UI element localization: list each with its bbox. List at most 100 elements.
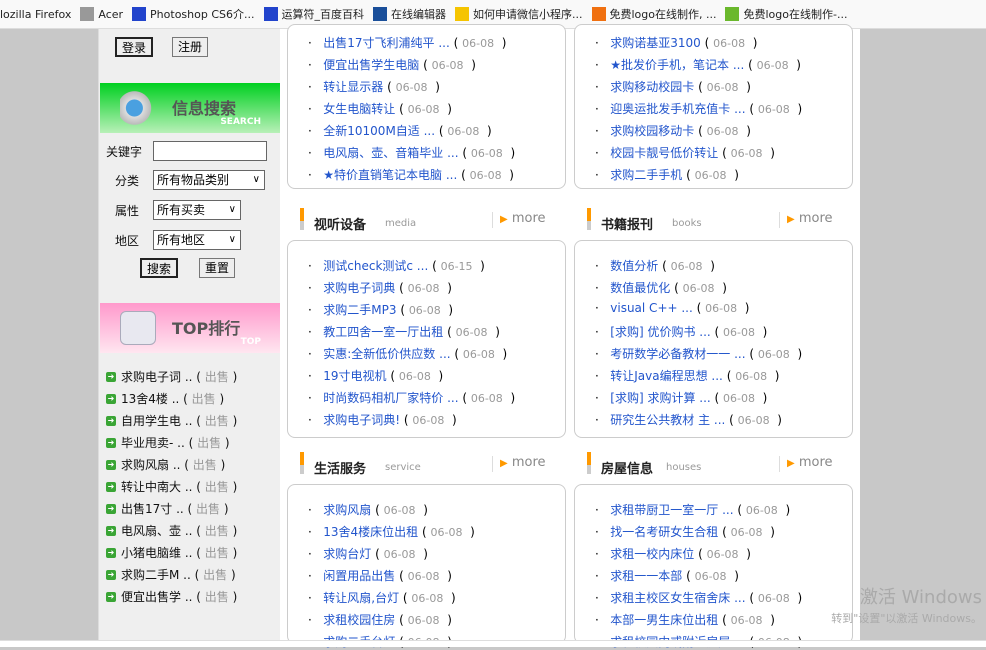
item-link[interactable]: 闲置用品出售: [323, 569, 395, 583]
top-list-item[interactable]: ➜ 毕业甩卖- .. ( 出售 ): [106, 434, 230, 451]
top-banner: TOP排行 TOP: [100, 303, 281, 353]
top-list-item[interactable]: ➜ 求购电子词 .. ( 出售 ): [106, 368, 237, 385]
attr-select[interactable]: 所有买卖 ∨: [153, 200, 241, 220]
section-title: 视听设备: [314, 218, 367, 233]
search-button[interactable]: 搜索: [140, 258, 179, 278]
item-link[interactable]: 求购风扇: [323, 503, 371, 517]
list-item: · 出售17寸飞利浦纯平 ... ( 06-08 ): [308, 36, 507, 50]
bookmark-item[interactable]: 在线编辑器: [373, 6, 446, 22]
item-date: 06-08: [430, 526, 463, 539]
item-link[interactable]: ★特价直销笔记本电脑 ...: [323, 168, 457, 182]
item-link[interactable]: 求购二手MP3: [323, 303, 396, 317]
item-link[interactable]: 求租带厨卫一室一厅 ...: [610, 503, 733, 517]
top-item-title[interactable]: 毕业甩卖- ..: [121, 434, 185, 451]
item-link[interactable]: 求购台灯: [323, 547, 371, 561]
item-link[interactable]: 找一名考研女生合租: [610, 525, 718, 539]
item-link[interactable]: 求购电子词典: [323, 281, 395, 295]
top-list-item[interactable]: ➜ 求购二手M .. ( 出售 ): [106, 566, 236, 583]
top-list-item[interactable]: ➜ 小猪电脑维 .. ( 出售 ): [106, 544, 237, 561]
category-select[interactable]: 所有物品类别 ∨: [153, 170, 265, 190]
list-item: · ★特价直销笔记本电脑 ... ( 06-08 ): [308, 168, 514, 182]
item-link[interactable]: 出售17寸飞利浦纯平 ...: [323, 36, 450, 50]
top-list-item[interactable]: ➜ 电风扇、壶 .. ( 出售 ): [106, 522, 237, 539]
top-list-item[interactable]: ➜ 13舍4楼 .. ( 出售 ): [106, 390, 224, 407]
item-link[interactable]: 求租主校区女生宿舍床 ...: [610, 591, 745, 605]
bookmark-item[interactable]: lozilla Firefox: [0, 8, 71, 21]
item-link[interactable]: 时尚数码相机厂家特价 ...: [323, 391, 458, 405]
item-link[interactable]: 校园卡靓号低价转让: [610, 146, 718, 160]
top-item-title[interactable]: 转让中南大 ..: [121, 478, 192, 495]
item-link[interactable]: 求购诺基亚3100: [610, 36, 701, 50]
top-item-title[interactable]: 求购风扇 ..: [121, 456, 180, 473]
item-link[interactable]: 求购二手手机: [610, 168, 682, 182]
top-item-title[interactable]: 求购二手M ..: [121, 566, 191, 583]
item-link[interactable]: 全新10100M自适 ...: [323, 124, 435, 138]
top-list-item[interactable]: ➜ 转让中南大 .. ( 出售 ): [106, 478, 237, 495]
item-link[interactable]: 考研数学必备教材一一 ...: [610, 347, 745, 361]
item-link[interactable]: 教工四舍一室一厅出租: [323, 325, 443, 339]
bookmark-item[interactable]: 免费logo在线制作, ...: [591, 6, 716, 22]
item-link[interactable]: 迎奥运批发手机充值卡 ...: [610, 102, 745, 116]
more-link[interactable]: ▶ more: [787, 211, 833, 226]
top-list-item[interactable]: ➜ 出售17寸 .. ( 出售 ): [106, 500, 229, 517]
top-item-status: 出售: [196, 502, 221, 516]
keyword-label: 关键字: [106, 145, 143, 159]
item-link[interactable]: ★批发价手机，笔记本 ...: [610, 58, 744, 72]
bookmark-item[interactable]: 免费logo在线制作-...: [725, 6, 847, 22]
reset-button[interactable]: 重置: [199, 258, 236, 278]
top-list-item[interactable]: ➜ 自用学生电 .. ( 出售 ): [106, 412, 237, 429]
top-item-title[interactable]: 便宜出售学 ..: [121, 588, 192, 605]
top-item-title[interactable]: 出售17寸 ..: [121, 500, 184, 517]
register-button[interactable]: 注册: [172, 37, 209, 57]
item-link[interactable]: 求租一校内床位: [610, 547, 694, 561]
more-link[interactable]: ▶ more: [500, 455, 546, 470]
item-link[interactable]: 求购电子词典!: [323, 413, 400, 427]
item-link[interactable]: [求购] 求购计算 ...: [610, 391, 710, 405]
item-link[interactable]: 转让Java编程思想 ...: [610, 369, 723, 383]
item-link[interactable]: 求租校园住房: [323, 613, 395, 627]
item-link[interactable]: 13舍4楼床位出租: [323, 525, 418, 539]
more-link[interactable]: ▶ more: [787, 455, 833, 470]
list-item: · 转让显示器 ( 06-08 ): [308, 80, 440, 94]
top-list-item[interactable]: ➜ 求购风扇 .. ( 出售 ): [106, 456, 225, 473]
more-link[interactable]: ▶ more: [500, 211, 546, 226]
item-link[interactable]: 测试check测试c ...: [323, 259, 428, 273]
top-item-title[interactable]: 小猪电脑维 ..: [121, 544, 192, 561]
item-link[interactable]: 求租一一本部: [610, 569, 682, 583]
item-link[interactable]: 数值最优化: [610, 281, 670, 295]
item-link[interactable]: 19寸电视机: [323, 369, 386, 383]
item-link[interactable]: 女生电脑转让: [323, 102, 395, 116]
bookmark-item[interactable]: Photoshop CS6介...: [132, 6, 255, 22]
top-item-title[interactable]: 电风扇、壶 ..: [121, 522, 192, 539]
top-banner-sub: TOP: [240, 337, 261, 347]
more-label: more: [798, 211, 833, 226]
list-item: · 13舍4楼床位出租 ( 06-08 ): [308, 525, 475, 539]
item-link[interactable]: [求购] 优价购书 ...: [610, 325, 710, 339]
top-item-title[interactable]: 自用学生电 ..: [121, 412, 192, 429]
section-header: 书籍报刊 books ▶ more: [574, 206, 852, 236]
keyword-input[interactable]: [153, 141, 267, 161]
item-link[interactable]: 求购校园移动卡: [610, 124, 694, 138]
item-link[interactable]: 研究生公共教材 主 ...: [610, 413, 725, 427]
list-item: · 求购移动校园卡 ( 06-08 ): [595, 80, 751, 94]
item-link[interactable]: 数值分析: [610, 259, 658, 273]
item-link[interactable]: 实惠:全新低价供应数 ...: [323, 347, 450, 361]
item-link[interactable]: 便宜出售学生电脑: [323, 58, 419, 72]
login-button[interactable]: 登录: [115, 37, 154, 57]
item-link[interactable]: 电风扇、壶、音箱毕业 ...: [323, 146, 458, 160]
item-link[interactable]: 求购移动校园卡: [610, 80, 694, 94]
top-item-title[interactable]: 求购电子词 ..: [121, 368, 192, 385]
item-link[interactable]: visual C++ ...: [610, 301, 693, 315]
top-list-item[interactable]: ➜ 便宜出售学 .. ( 出售 ): [106, 588, 237, 605]
chevron-down-icon: ∨: [228, 234, 236, 245]
item-date: 06-08: [670, 260, 703, 273]
bookmark-item[interactable]: Acer: [80, 7, 123, 21]
top-item-title[interactable]: 13舍4楼 ..: [121, 390, 179, 407]
bookmark-item[interactable]: 运算符_百度百科: [263, 6, 364, 22]
item-link[interactable]: 转让风扇,台灯: [323, 591, 399, 605]
bookmark-item[interactable]: 如何申请微信小程序...: [455, 6, 583, 22]
item-link[interactable]: 转让显示器: [323, 80, 383, 94]
magnifier-icon: [120, 91, 156, 125]
item-link[interactable]: 本部一男生床位出租: [610, 613, 718, 627]
region-select[interactable]: 所有地区 ∨: [153, 230, 241, 250]
